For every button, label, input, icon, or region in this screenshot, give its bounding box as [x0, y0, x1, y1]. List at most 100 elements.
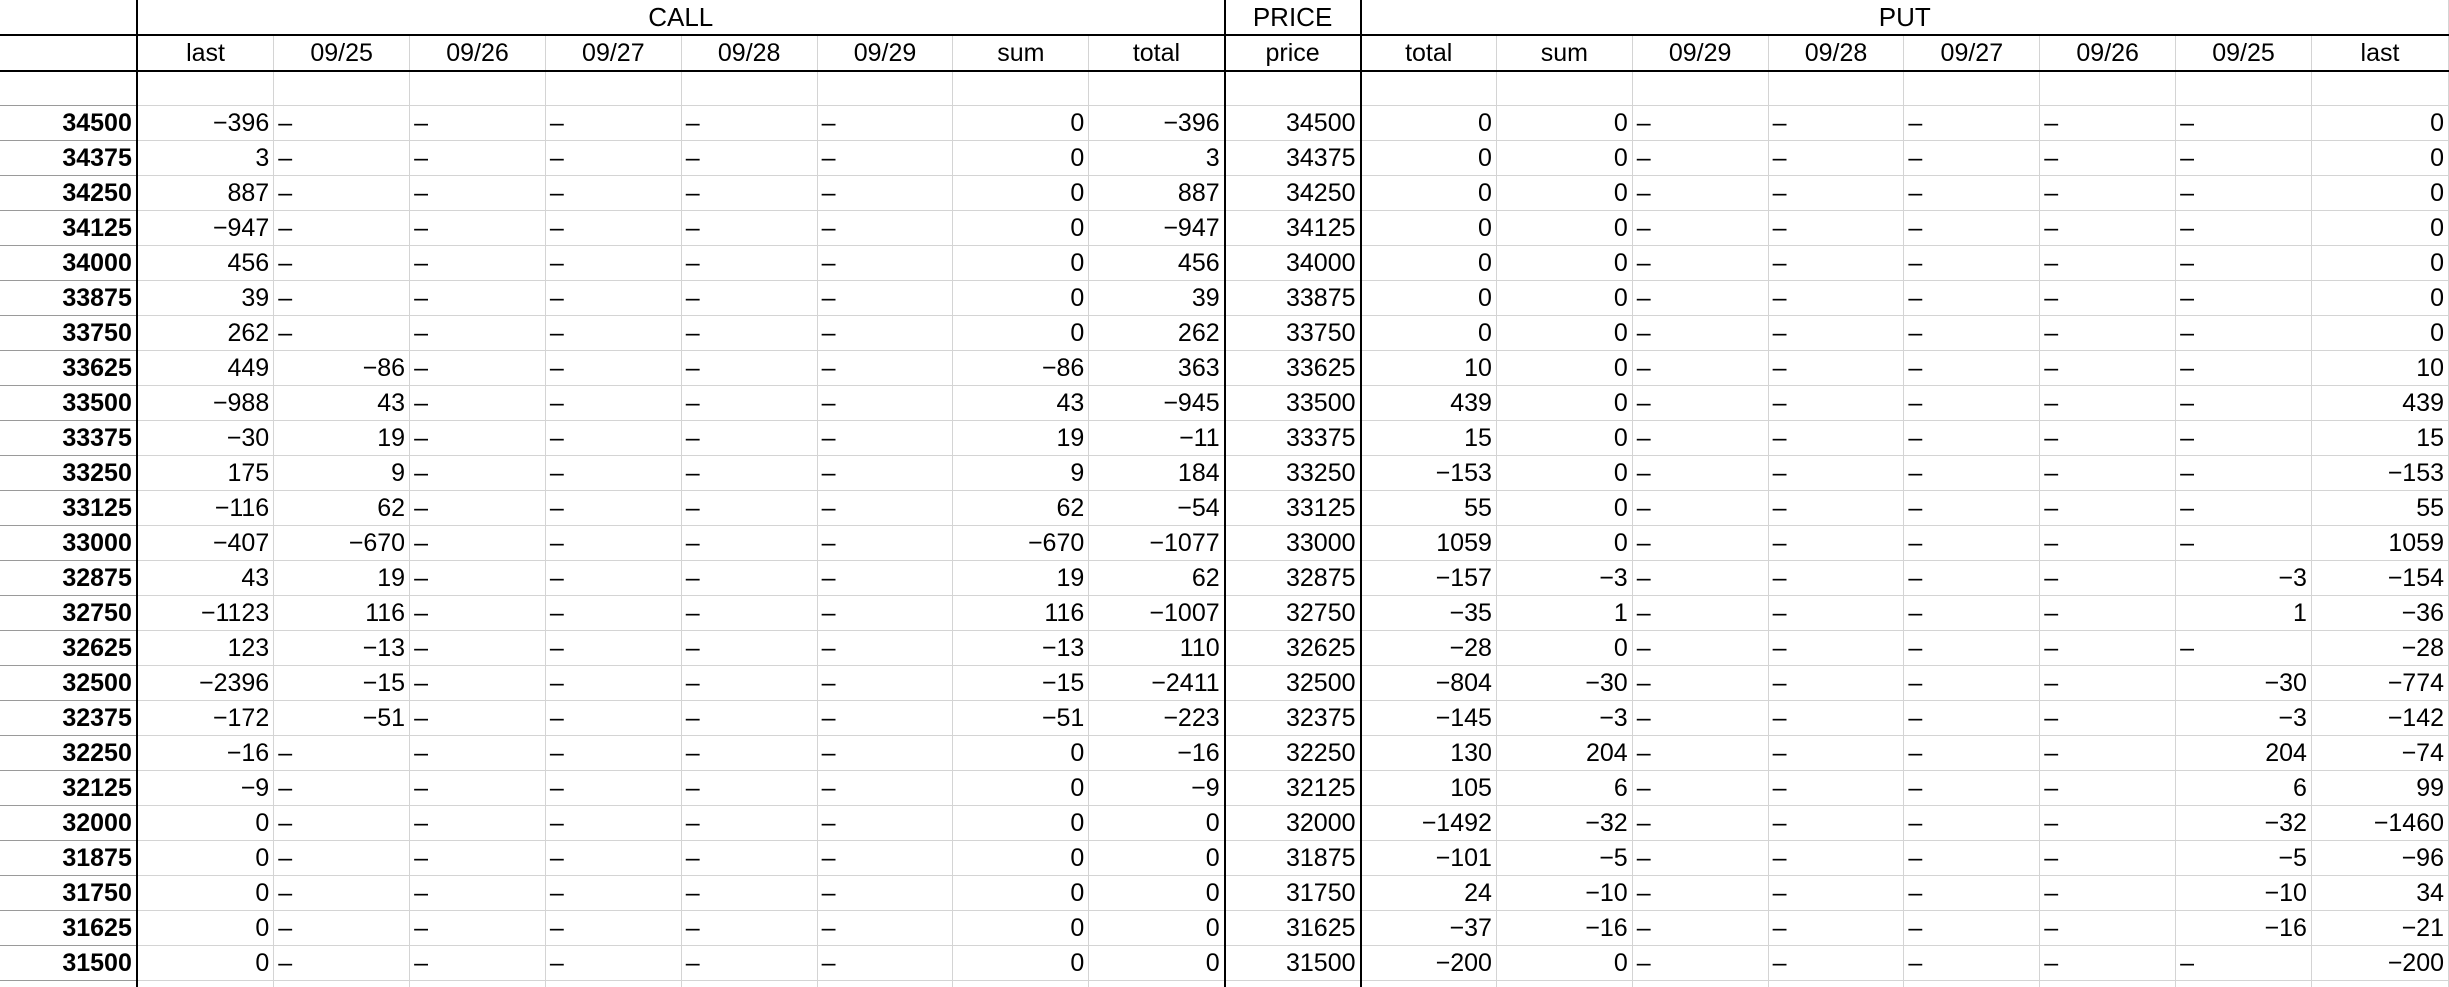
call-total-cell[interactable]: 0	[1088, 945, 1226, 981]
put-0926-cell[interactable]: –	[2039, 455, 2177, 491]
call-last-cell[interactable]: 123	[136, 630, 275, 666]
put-total-cell[interactable]: 10	[1360, 350, 1497, 386]
call-0927-cell[interactable]: –	[545, 980, 682, 987]
price-cell[interactable]: 33750	[1224, 315, 1362, 351]
blank-cell[interactable]	[952, 71, 1090, 106]
row-header-strike[interactable]: 33625	[0, 350, 138, 386]
put-0926-cell[interactable]: –	[2039, 105, 2177, 141]
call-last-cell[interactable]: 0	[136, 980, 275, 987]
put-0929-cell[interactable]: –	[1632, 420, 1769, 456]
price-cell[interactable]: 32000	[1224, 805, 1362, 841]
put-total-cell[interactable]: −157	[1360, 560, 1497, 596]
put-sum-cell[interactable]: 0	[1496, 420, 1633, 456]
blank-cell[interactable]	[681, 71, 818, 106]
put-0929-cell[interactable]: –	[1632, 140, 1769, 176]
call-0928-cell[interactable]: –	[681, 245, 818, 281]
put-0928-cell[interactable]: –	[1768, 490, 1905, 526]
call-0926-cell[interactable]: –	[409, 840, 546, 876]
call-0927-cell[interactable]: –	[545, 875, 682, 911]
call-last-cell[interactable]: −988	[136, 385, 275, 421]
put-0929-cell[interactable]: –	[1632, 665, 1769, 701]
put-0926-cell[interactable]: –	[2039, 525, 2177, 561]
call-0925-cell[interactable]: –	[273, 210, 411, 246]
blank-cell[interactable]	[409, 71, 546, 106]
call-0928-cell[interactable]: –	[681, 490, 818, 526]
put-0927-cell[interactable]: –	[1903, 350, 2041, 386]
put-sum-cell[interactable]: 6	[1496, 770, 1633, 806]
call-0925-cell[interactable]: −51	[273, 700, 411, 736]
put-last-cell[interactable]: 0	[2311, 140, 2449, 176]
put-0925-cell[interactable]: –	[2175, 315, 2312, 351]
call-last-cell[interactable]: 0	[136, 840, 275, 876]
call-sum-cell[interactable]: 0	[952, 735, 1090, 771]
put-last-cell[interactable]: −96	[2311, 840, 2449, 876]
call-0928-cell[interactable]: –	[681, 980, 818, 987]
put-0928-cell[interactable]: –	[1768, 875, 1905, 911]
put-0927-cell[interactable]: –	[1903, 595, 2041, 631]
call-0925-cell[interactable]: –	[273, 105, 411, 141]
put-total-cell[interactable]: 55	[1360, 490, 1497, 526]
call-0926-cell[interactable]: –	[409, 210, 546, 246]
put-0929-cell[interactable]: –	[1632, 490, 1769, 526]
put-0927-cell[interactable]: –	[1903, 245, 2041, 281]
call-0928-cell[interactable]: –	[681, 175, 818, 211]
put-0928-cell[interactable]: –	[1768, 210, 1905, 246]
call-last-cell[interactable]: −1123	[136, 595, 275, 631]
put-sum-cell[interactable]: −30	[1496, 665, 1633, 701]
put-sum-cell[interactable]: 0	[1496, 105, 1633, 141]
put-0925-cell[interactable]: –	[2175, 280, 2312, 316]
put-last-cell[interactable]: 439	[2311, 385, 2449, 421]
put-last-cell[interactable]: 15	[2311, 420, 2449, 456]
put-total-cell[interactable]: 105	[1360, 770, 1497, 806]
price-cell[interactable]: 33500	[1224, 385, 1362, 421]
put-0925-cell[interactable]: –	[2175, 525, 2312, 561]
put-last-cell[interactable]: −774	[2311, 665, 2449, 701]
put-0925-cell[interactable]: –	[2175, 140, 2312, 176]
call-0929-cell[interactable]: –	[817, 210, 954, 246]
column-header-6[interactable]: 09/29	[817, 35, 954, 72]
column-header-11[interactable]: sum	[1496, 35, 1633, 72]
put-sum-cell[interactable]: 0	[1496, 350, 1633, 386]
row-header-strike[interactable]: 31375	[0, 980, 138, 987]
put-0928-cell[interactable]: –	[1768, 280, 1905, 316]
column-header-15[interactable]: 09/26	[2039, 35, 2177, 72]
call-0927-cell[interactable]: –	[545, 140, 682, 176]
put-0928-cell[interactable]: –	[1768, 175, 1905, 211]
put-0928-cell[interactable]: –	[1768, 105, 1905, 141]
call-total-cell[interactable]: 456	[1088, 245, 1226, 281]
put-0929-cell[interactable]: –	[1632, 945, 1769, 981]
call-0925-cell[interactable]: –	[273, 840, 411, 876]
put-0926-cell[interactable]: –	[2039, 245, 2177, 281]
call-0929-cell[interactable]: –	[817, 980, 954, 987]
put-sum-cell[interactable]: 0	[1496, 210, 1633, 246]
put-sum-cell[interactable]: 0	[1496, 175, 1633, 211]
put-total-cell[interactable]: 1059	[1360, 525, 1497, 561]
call-sum-cell[interactable]: 62	[952, 490, 1090, 526]
call-0926-cell[interactable]: –	[409, 595, 546, 631]
call-0926-cell[interactable]: –	[409, 350, 546, 386]
call-0928-cell[interactable]: –	[681, 770, 818, 806]
call-0928-cell[interactable]: –	[681, 560, 818, 596]
call-0929-cell[interactable]: –	[817, 945, 954, 981]
put-sum-cell[interactable]: 0	[1496, 315, 1633, 351]
put-0928-cell[interactable]: –	[1768, 560, 1905, 596]
column-header-10[interactable]: total	[1360, 35, 1497, 72]
call-0925-cell[interactable]: −670	[273, 525, 411, 561]
blank-cell[interactable]	[1632, 71, 1769, 106]
call-0928-cell[interactable]: –	[681, 595, 818, 631]
call-sum-cell[interactable]: 0	[952, 805, 1090, 841]
call-sum-cell[interactable]: 0	[952, 140, 1090, 176]
put-total-cell[interactable]: −35	[1360, 595, 1497, 631]
put-total-cell[interactable]: −28	[1360, 630, 1497, 666]
put-0926-cell[interactable]: –	[2039, 315, 2177, 351]
put-last-cell[interactable]: 0	[2311, 315, 2449, 351]
row-header-strike[interactable]: 33250	[0, 455, 138, 491]
call-0926-cell[interactable]: –	[409, 490, 546, 526]
call-0925-cell[interactable]: –	[273, 175, 411, 211]
price-cell[interactable]: 32125	[1224, 770, 1362, 806]
call-0926-cell[interactable]: –	[409, 105, 546, 141]
price-cell[interactable]: 31375	[1224, 980, 1362, 987]
put-group-header[interactable]: PUT	[1360, 0, 2449, 36]
call-last-cell[interactable]: 262	[136, 315, 275, 351]
put-total-cell[interactable]: 0	[1360, 315, 1497, 351]
